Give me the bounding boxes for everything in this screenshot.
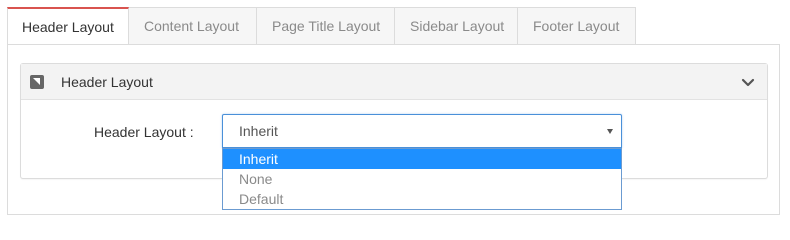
header-layout-label: Header Layout : [94,124,194,140]
option-none[interactable]: None [223,169,621,189]
header-layout-select[interactable]: Inherit [222,114,622,148]
chevron-down-icon[interactable] [741,75,755,89]
layout-tabs: Header Layout Content Layout Page Title … [7,7,636,45]
tab-sidebar-layout[interactable]: Sidebar Layout [395,7,518,45]
select-value: Inherit [239,123,278,139]
settings-page: Header Layout Content Layout Page Title … [0,0,790,225]
panel-title: Header Layout [61,73,153,90]
tab-footer-layout[interactable]: Footer Layout [518,7,636,45]
option-default[interactable]: Default [223,189,621,209]
header-layout-options: Inherit None Default [222,148,622,210]
tab-content-layout[interactable]: Content Layout [129,7,257,45]
tab-header-layout[interactable]: Header Layout [7,7,129,45]
panel-header[interactable]: Header Layout [21,64,767,100]
select-arrow-icon [607,129,613,134]
tab-page-title-layout[interactable]: Page Title Layout [257,7,395,45]
option-inherit[interactable]: Inherit [223,149,621,169]
collapse-square-icon [30,74,44,89]
